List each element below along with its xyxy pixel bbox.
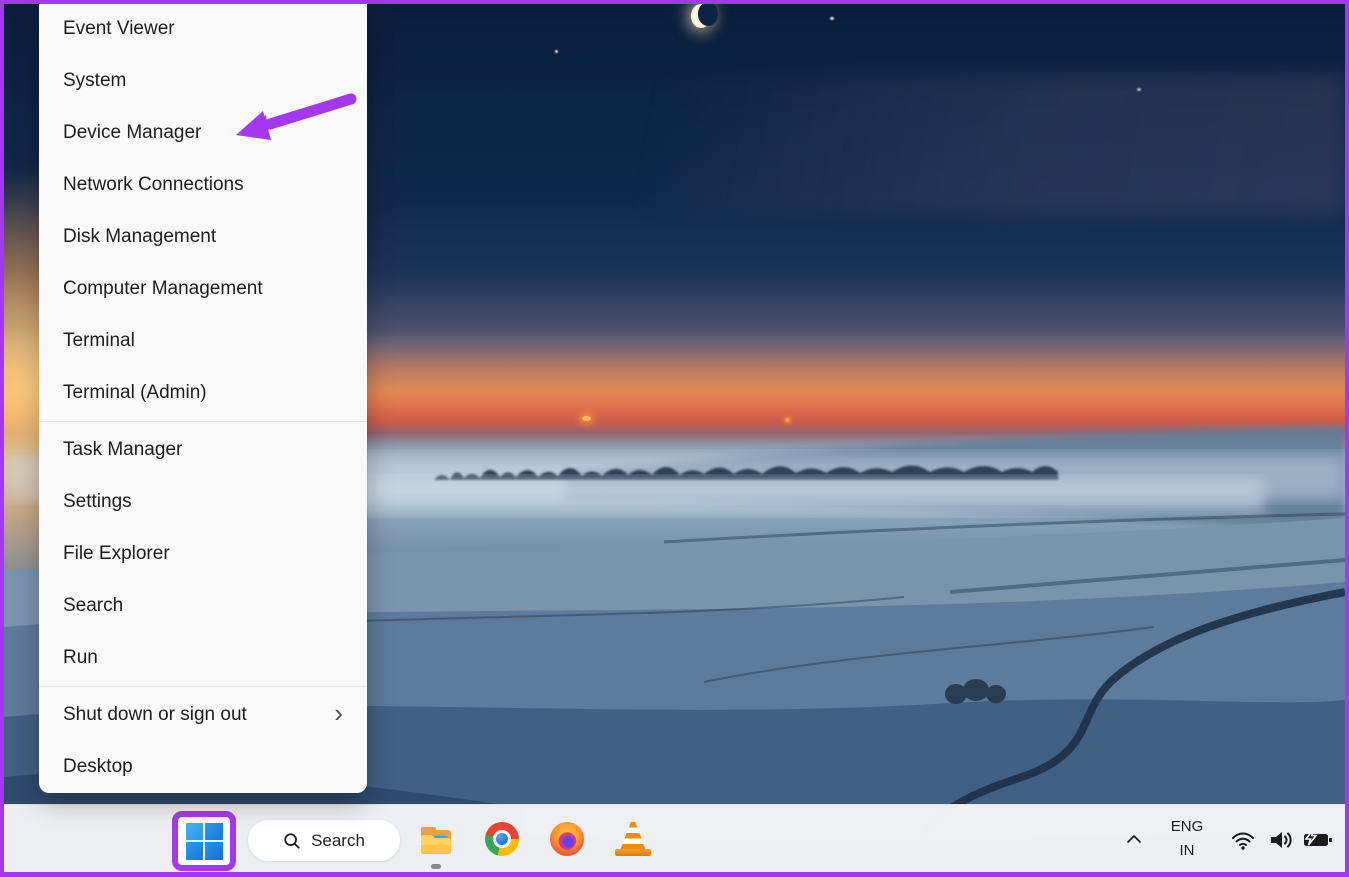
taskbar-chrome[interactable] xyxy=(483,820,521,858)
menu-item-system[interactable]: System xyxy=(39,55,367,107)
star xyxy=(555,50,558,53)
windows-logo-icon xyxy=(186,823,223,860)
star xyxy=(830,17,834,20)
chrome-icon xyxy=(485,822,519,856)
menu-item-label: System xyxy=(63,70,126,92)
menu-item-task-manager[interactable]: Task Manager xyxy=(39,424,367,476)
winx-context-menu: Event Viewer System Device Manager Netwo… xyxy=(39,4,367,793)
chevron-up-icon xyxy=(1123,828,1145,850)
menu-item-label: Disk Management xyxy=(63,226,216,248)
battery-charging-icon xyxy=(1302,830,1334,850)
menu-item-label: Shut down or sign out xyxy=(63,704,247,726)
tray-show-hidden-button[interactable] xyxy=(1121,827,1147,851)
start-button-annotation-box xyxy=(172,811,236,871)
tray-volume-button[interactable] xyxy=(1266,827,1296,853)
menu-item-label: Network Connections xyxy=(63,174,244,196)
search-label: Search xyxy=(311,831,365,851)
file-explorer-icon xyxy=(418,821,454,857)
menu-item-label: Terminal xyxy=(63,330,135,352)
menu-item-list: Event Viewer System Device Manager Netwo… xyxy=(39,4,367,793)
chevron-right-icon: › xyxy=(334,700,343,726)
menu-item-terminal[interactable]: Terminal xyxy=(39,315,367,367)
taskbar-firefox[interactable] xyxy=(548,820,586,858)
crescent-moon xyxy=(691,4,711,28)
menu-item-disk-management[interactable]: Disk Management xyxy=(39,211,367,263)
menu-item-label: Desktop xyxy=(63,756,133,778)
tray-language-switcher[interactable]: ENG IN xyxy=(1162,813,1212,865)
start-button[interactable] xyxy=(186,823,223,860)
menu-item-label: Computer Management xyxy=(63,278,263,300)
taskbar-file-explorer[interactable] xyxy=(417,820,455,858)
vlc-icon xyxy=(614,820,652,858)
menu-item-label: Search xyxy=(63,595,123,617)
menu-item-settings[interactable]: Settings xyxy=(39,476,367,528)
menu-item-label: Event Viewer xyxy=(63,18,175,40)
star xyxy=(1137,88,1141,91)
menu-item-label: Task Manager xyxy=(63,439,182,461)
menu-item-label: Run xyxy=(63,647,98,669)
menu-item-run[interactable]: Run xyxy=(39,632,367,684)
menu-item-file-explorer[interactable]: File Explorer xyxy=(39,528,367,580)
menu-item-label: File Explorer xyxy=(63,543,170,565)
taskbar: Search xyxy=(4,804,1345,872)
tray-battery-button[interactable] xyxy=(1301,829,1335,851)
language-line-1: ENG xyxy=(1171,815,1204,839)
menu-item-label: Settings xyxy=(63,491,132,513)
wifi-icon xyxy=(1230,828,1256,852)
sun-remnant xyxy=(582,416,591,421)
language-line-2: IN xyxy=(1180,839,1195,863)
tray-network-button[interactable] xyxy=(1228,827,1258,853)
desktop-screen: Event Viewer System Device Manager Netwo… xyxy=(4,4,1345,872)
menu-item-computer-management[interactable]: Computer Management xyxy=(39,263,367,315)
firefox-icon xyxy=(550,822,584,856)
search-icon xyxy=(283,832,301,850)
taskbar-search[interactable]: Search xyxy=(248,820,400,861)
menu-item-search[interactable]: Search xyxy=(39,580,367,632)
menu-item-desktop[interactable]: Desktop xyxy=(39,741,367,793)
sky-haze xyxy=(567,74,1345,214)
menu-item-network-connections[interactable]: Network Connections xyxy=(39,159,367,211)
menu-item-shut-down-or-sign-out[interactable]: Shut down or sign out › xyxy=(39,689,367,741)
menu-item-device-manager[interactable]: Device Manager xyxy=(39,107,367,159)
menu-item-label: Device Manager xyxy=(63,122,201,144)
volume-icon xyxy=(1268,828,1294,852)
running-indicator xyxy=(431,864,441,869)
taskbar-vlc[interactable] xyxy=(614,820,652,858)
menu-item-terminal-admin[interactable]: Terminal (Admin) xyxy=(39,367,367,419)
menu-item-label: Terminal (Admin) xyxy=(63,382,207,404)
menu-item-event-viewer[interactable]: Event Viewer xyxy=(39,4,367,55)
